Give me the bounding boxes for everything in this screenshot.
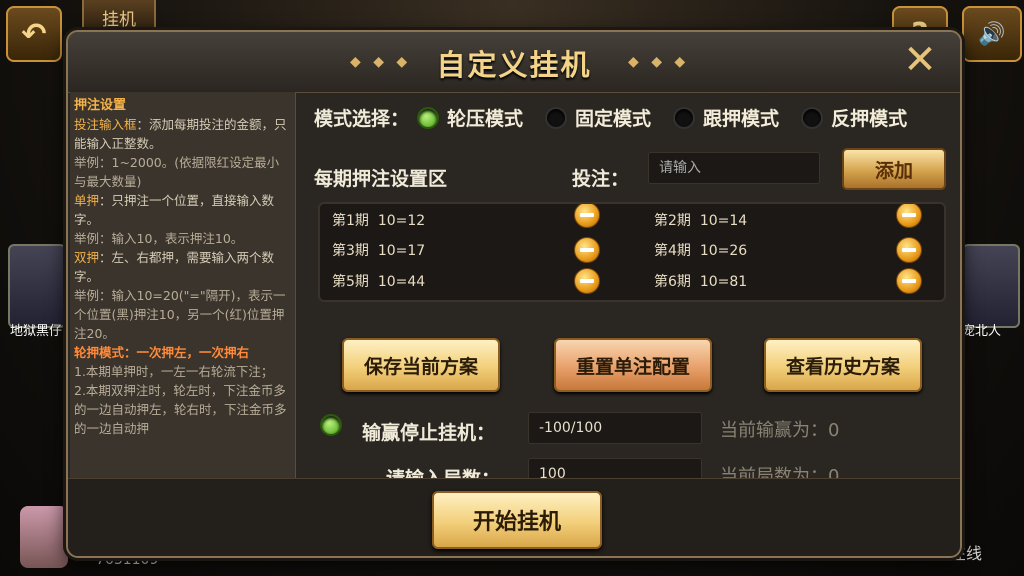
period-label: 第6期 <box>654 274 691 290</box>
current-winloss: 当前输赢为：0 <box>720 420 840 441</box>
help-single-key: 单押 <box>74 193 100 208</box>
radio-on-icon <box>320 414 342 436</box>
period-label: 第5期 <box>332 274 369 290</box>
help-panel[interactable]: 押注设置 投注输入框：添加每期投注的金额，只能输入正整数。 举例：1~2000。… <box>70 92 296 478</box>
stop-label: 输赢停止挂机： <box>362 422 496 444</box>
help-title: 押注设置 <box>74 98 127 113</box>
help-double-text: ：左、右都押，需要输入两个数字。 <box>74 250 275 284</box>
speaker-icon[interactable]: 🔊 <box>962 6 1022 62</box>
bet-label: 投注： <box>572 168 630 190</box>
help-rotate-title: 轮押模式：一次押左，一次押右 <box>74 345 250 360</box>
player-name-right: 宠北人 <box>962 324 1002 339</box>
help-input-example: 举例：1~2000。(依据限红设定最小与最大数量) <box>74 155 280 189</box>
save-plan-button[interactable]: 保存当前方案 <box>342 338 500 392</box>
dialog-header: ◆ ◆ ◆ 自定义挂机 ◆ ◆ ◆ ✕ <box>68 32 960 93</box>
auto-play-dialog: ◆ ◆ ◆ 自定义挂机 ◆ ◆ ◆ ✕ 押注设置 投注输入框：添加每期投注的金额… <box>66 30 962 558</box>
radio-on-icon <box>417 106 440 129</box>
stop-limit-input[interactable]: -100/100 <box>528 412 702 444</box>
period-row: 第5期 10=44 第6期 10=81 <box>320 265 944 295</box>
radio-off-icon <box>545 106 568 129</box>
bet-settings-title: 每期押注设置区 <box>314 168 448 190</box>
period-item: 第4期 10=26 <box>654 240 747 260</box>
help-single-text: ：只押注一个位置，直接输入数字。 <box>74 193 275 227</box>
mode-option-label: 轮压模式 <box>447 108 524 130</box>
settings-content: 模式选择： 轮压模式 固定模式 跟押模式 反押模式 每期押注设置区 投注： 添加… <box>300 92 956 490</box>
period-item: 第1期 10=12 <box>332 210 425 230</box>
period-label: 第4期 <box>654 243 691 259</box>
help-input-desc: 投注输入框：添加每期投注的金额，只能输入正整数。 <box>74 115 291 153</box>
period-value: 10=14 <box>699 213 748 229</box>
mode-option-follow[interactable]: 跟押模式 <box>673 104 779 131</box>
reset-config-button[interactable]: 重置单注配置 <box>554 338 712 392</box>
help-double-desc: 双押：左、右都押，需要输入两个数字。 <box>74 248 291 286</box>
period-value: 10=26 <box>699 243 748 259</box>
period-value: 10=81 <box>699 274 748 290</box>
help-input-key: 投注输入框 <box>74 117 137 132</box>
help-single-desc: 单押：只押注一个位置，直接输入数字。 <box>74 191 291 229</box>
period-row: 第3期 10=17 第4期 10=26 <box>320 234 944 264</box>
remove-period-icon[interactable] <box>574 204 600 228</box>
period-value: 10=17 <box>377 243 426 259</box>
period-list[interactable]: 第1期 10=12 第2期 10=14 第3期 10=17 第4期 10=26 … <box>318 202 946 302</box>
remove-period-icon[interactable] <box>574 268 600 294</box>
period-item: 第2期 10=14 <box>654 210 747 230</box>
player-avatar-left[interactable] <box>8 244 66 328</box>
history-plans-button[interactable]: 查看历史方案 <box>764 338 922 392</box>
period-value: 10=44 <box>377 274 426 290</box>
radio-off-icon <box>801 106 824 129</box>
period-label: 第2期 <box>654 213 691 229</box>
mode-option-label: 跟押模式 <box>703 108 780 130</box>
mode-option-rotate[interactable]: 轮压模式 <box>417 104 523 131</box>
period-label: 第1期 <box>332 213 369 229</box>
period-item: 第6期 10=81 <box>654 271 747 291</box>
help-single-example: 举例：输入10，表示押注10。 <box>74 231 244 246</box>
remove-period-icon[interactable] <box>574 237 600 263</box>
close-icon[interactable]: ✕ <box>900 40 940 80</box>
help-rotate-2: 2.本期双押注时，轮左时，下注金币多的一边自动押左，轮右时，下注金币多的一边自动… <box>74 383 287 436</box>
mode-selector: 模式选择： 轮压模式 固定模式 跟押模式 反押模式 <box>314 104 907 131</box>
dialog-title: 自定义挂机 <box>436 48 592 82</box>
remove-period-icon[interactable] <box>896 268 922 294</box>
bet-input[interactable] <box>648 152 820 184</box>
period-item: 第5期 10=44 <box>332 271 425 291</box>
remove-period-icon[interactable] <box>896 237 922 263</box>
back-arrow-icon[interactable]: ↶ <box>6 6 62 62</box>
help-double-key: 双押 <box>74 250 100 265</box>
mode-option-label: 反押模式 <box>831 108 908 130</box>
period-row: 第1期 10=12 第2期 10=14 <box>320 204 944 234</box>
period-value: 10=12 <box>377 213 426 229</box>
player-name-left: 地狱黑仔 <box>10 324 63 339</box>
add-button[interactable]: 添加 <box>842 148 946 190</box>
self-avatar[interactable] <box>20 506 68 568</box>
mode-label: 模式选择： <box>314 108 410 130</box>
radio-off-icon <box>673 106 696 129</box>
player-avatar-right[interactable] <box>962 244 1020 328</box>
dialog-footer: 开始挂机 <box>68 478 960 556</box>
period-label: 第3期 <box>332 243 369 259</box>
help-double-example: 举例：输入10=20("="隔开)，表示一个位置(黑)押注10，另一个(红)位置… <box>74 288 286 341</box>
help-rotate-1: 1.本期单押时，一左一右轮流下注； <box>74 364 274 379</box>
mode-option-label: 固定模式 <box>575 108 652 130</box>
remove-period-icon[interactable] <box>896 204 922 228</box>
period-item: 第3期 10=17 <box>332 240 425 260</box>
mode-option-fixed[interactable]: 固定模式 <box>545 104 651 131</box>
diamond-decor-icon: ◆ ◆ ◆ <box>628 54 690 70</box>
start-auto-button[interactable]: 开始挂机 <box>432 491 602 549</box>
mode-option-reverse[interactable]: 反押模式 <box>801 104 907 131</box>
stop-toggle[interactable] <box>320 414 350 436</box>
